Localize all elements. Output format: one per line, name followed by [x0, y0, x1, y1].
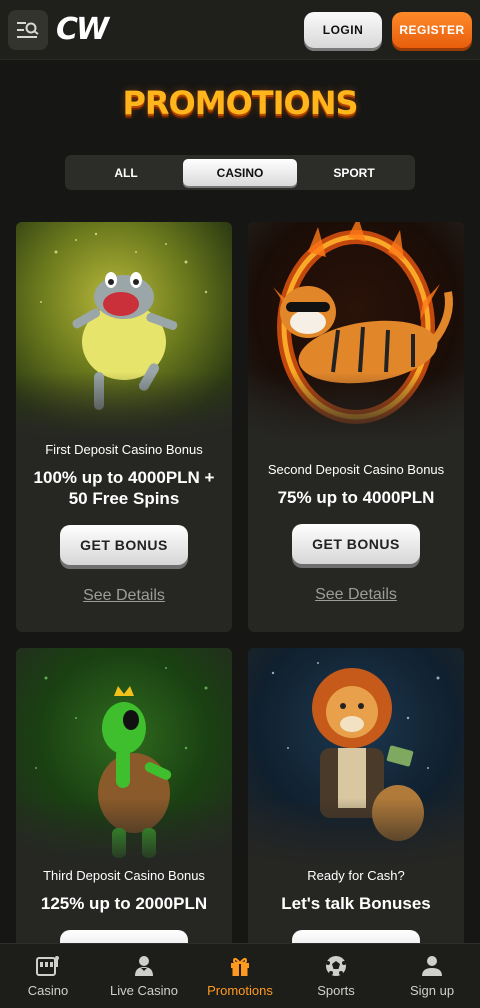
- promotion-filter-tabs: ALL CASINO SPORT: [65, 155, 415, 190]
- bottom-navigation: Casino Live Casino Promotions Sports Sig…: [0, 943, 480, 1008]
- page-title: PROMOTIONS: [122, 84, 358, 122]
- gift-icon: [231, 957, 249, 976]
- see-details-link[interactable]: See Details: [83, 587, 165, 605]
- promo-card: First Deposit Casino Bonus 100% up to 40…: [16, 222, 232, 632]
- nav-sports[interactable]: Sports: [288, 944, 384, 1008]
- nav-live-casino[interactable]: Live Casino: [96, 944, 192, 1008]
- lion-money-bag-artwork: [248, 648, 464, 868]
- user-icon: [422, 956, 442, 976]
- promo-card: Ready for Cash? Let's talk Bonuses GET B…: [248, 648, 464, 948]
- promo-title: Let's talk Bonuses: [281, 894, 431, 913]
- promo-subtitle: Ready for Cash?: [307, 868, 405, 883]
- promo-subtitle: Second Deposit Casino Bonus: [267, 462, 445, 477]
- nav-label: Promotions: [207, 983, 273, 998]
- tab-casino[interactable]: CASINO: [183, 159, 297, 186]
- register-button[interactable]: REGISTER: [392, 11, 472, 48]
- nav-label: Casino: [27, 983, 69, 998]
- frog-king-artwork: [16, 648, 232, 868]
- promo-title: 100% up to 4000PLN + 50 Free Spins: [33, 468, 215, 508]
- tiger-fire-ring-artwork: [248, 222, 464, 442]
- promo-card: Third Deposit Casino Bonus 125% up to 20…: [16, 648, 232, 948]
- get-bonus-button[interactable]: GET BONUS: [60, 525, 188, 565]
- promo-subtitle: First Deposit Casino Bonus: [45, 442, 203, 457]
- nav-label: Sports: [317, 983, 355, 998]
- brand-logo[interactable]: CW: [56, 12, 109, 47]
- tab-sport[interactable]: SPORT: [297, 159, 411, 186]
- hippo-dancer-artwork: [16, 222, 232, 442]
- promo-card: Second Deposit Casino Bonus 75% up to 40…: [248, 222, 464, 632]
- top-header: CW LOGIN REGISTER: [0, 0, 480, 60]
- promo-title: 125% up to 2000PLN: [40, 894, 208, 913]
- nav-label: Live Casino: [110, 983, 178, 998]
- see-details-link[interactable]: See Details: [315, 586, 397, 604]
- nav-promotions[interactable]: Promotions: [192, 944, 288, 1008]
- menu-button[interactable]: [8, 9, 48, 50]
- promo-title: 75% up to 4000PLN: [277, 488, 435, 507]
- nav-casino[interactable]: Casino: [0, 944, 96, 1008]
- menu-search-icon: [17, 21, 39, 38]
- login-button[interactable]: LOGIN: [304, 11, 382, 48]
- tab-all[interactable]: ALL: [69, 159, 183, 186]
- dealer-icon: [135, 956, 153, 976]
- get-bonus-button[interactable]: GET BONUS: [292, 524, 420, 564]
- nav-sign-up[interactable]: Sign up: [384, 944, 480, 1008]
- soccer-ball-icon: [326, 956, 346, 976]
- nav-label: Sign up: [409, 983, 455, 998]
- promo-subtitle: Third Deposit Casino Bonus: [43, 868, 205, 883]
- slot-machine-icon: [36, 956, 59, 976]
